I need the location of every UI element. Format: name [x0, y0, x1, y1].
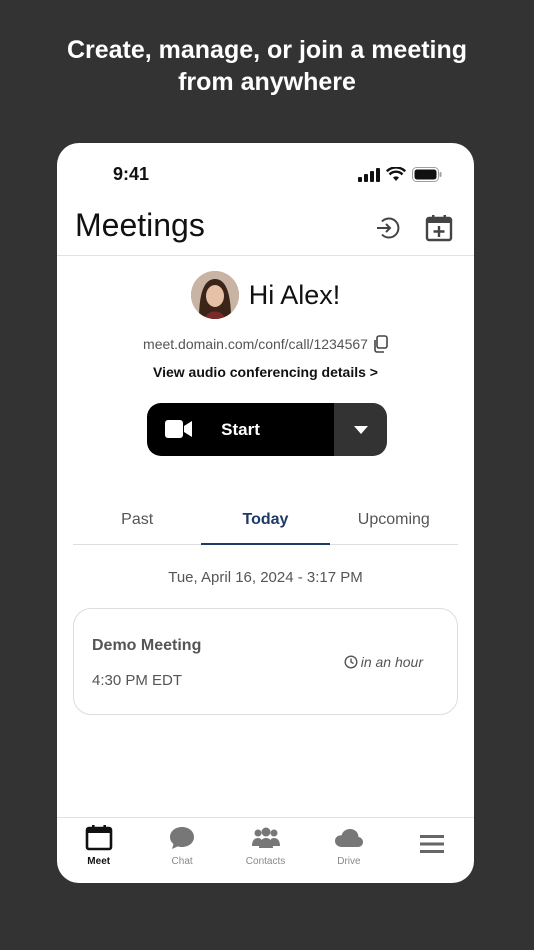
bottom-tab-bar: Meet Chat Contacts Drive	[57, 817, 474, 883]
tab-bar-chat[interactable]: Chat	[140, 818, 223, 883]
meeting-tabs: Past Today Upcoming	[73, 498, 458, 545]
signal-icon	[358, 167, 380, 182]
current-date: Tue, April 16, 2024 - 3:17 PM	[168, 569, 363, 586]
meeting-link: meet.domain.com/conf/call/1234567	[57, 335, 474, 353]
meeting-relative-label: in an hour	[360, 654, 423, 670]
tab-bar-drive[interactable]: Drive	[307, 818, 390, 883]
headline-line-1: Create, manage, or join a meeting	[66, 36, 468, 64]
start-options-dropdown[interactable]	[334, 403, 387, 456]
promo-headline: Create, manage, or join a meeting from a…	[0, 34, 534, 98]
sign-in-icon	[377, 217, 400, 239]
copy-icon[interactable]	[372, 335, 388, 353]
greeting: Hi Alex!	[57, 271, 474, 319]
meeting-relative-time: in an hour	[344, 654, 423, 670]
tab-past[interactable]: Past	[73, 498, 201, 544]
contacts-icon	[251, 827, 280, 848]
meeting-card[interactable]: Demo Meeting 4:30 PM EDT in an hour	[73, 608, 458, 715]
caret-down-icon	[353, 425, 368, 434]
tab-bar-menu[interactable]	[391, 818, 474, 883]
battery-icon	[412, 167, 442, 182]
phone-screen: 9:41 Meetings Hi Alex! meet.domain.com/c…	[57, 143, 474, 883]
app-header: Meetings	[57, 203, 474, 256]
tab-bar-contacts[interactable]: Contacts	[224, 818, 307, 883]
status-bar: 9:41	[57, 143, 474, 203]
calendar-plus-icon	[425, 215, 453, 242]
menu-icon	[420, 835, 445, 853]
tab-today[interactable]: Today	[201, 498, 330, 545]
headline-line-2: from anywhere	[178, 68, 356, 96]
tab-bar-contacts-label: Contacts	[245, 856, 286, 867]
status-icons	[358, 167, 442, 182]
avatar[interactable]	[190, 271, 239, 319]
tab-bar-chat-label: Chat	[171, 856, 193, 867]
meeting-link-url: meet.domain.com/conf/call/1234567	[143, 336, 368, 352]
start-button[interactable]: Start	[147, 403, 334, 456]
schedule-meeting-button[interactable]	[424, 213, 454, 243]
greeting-text: Hi Alex!	[248, 279, 341, 310]
start-button-label: Start	[221, 419, 260, 439]
tab-bar-meet-label: Meet	[87, 856, 111, 867]
audio-conferencing-link[interactable]: View audio conferencing details >	[57, 364, 474, 380]
page-title: Meetings	[75, 207, 205, 243]
clock-icon	[344, 655, 358, 669]
tab-bar-meet[interactable]: Meet	[57, 818, 140, 883]
join-meeting-button[interactable]	[372, 213, 402, 243]
start-meeting-control: Start	[147, 403, 387, 456]
meeting-time: 4:30 PM EDT	[92, 672, 183, 689]
calendar-icon	[85, 825, 113, 851]
tab-upcoming[interactable]: Upcoming	[330, 498, 458, 544]
chat-icon	[170, 827, 195, 849]
meeting-title: Demo Meeting	[92, 637, 202, 654]
wifi-icon	[386, 167, 406, 181]
status-time: 9:41	[113, 164, 150, 184]
cloud-icon	[334, 829, 363, 847]
tab-bar-drive-label: Drive	[337, 856, 361, 867]
